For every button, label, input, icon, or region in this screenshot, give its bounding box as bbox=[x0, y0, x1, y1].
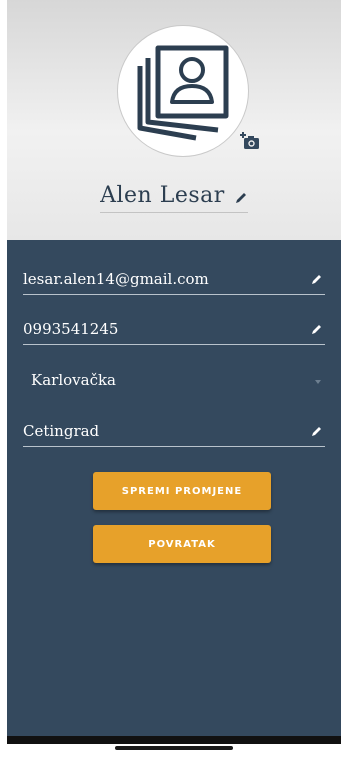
save-changes-button[interactable]: SPREMI PROMJENE bbox=[93, 472, 271, 510]
details-panel: lesar.alen14@gmail.com 0993541245 Karlov… bbox=[7, 240, 341, 744]
home-indicator[interactable] bbox=[115, 746, 233, 750]
phone-value: 0993541245 bbox=[23, 320, 119, 338]
person-photo-placeholder-icon bbox=[137, 45, 229, 141]
phone-field[interactable]: 0993541245 bbox=[23, 316, 325, 345]
avatar[interactable] bbox=[117, 25, 249, 157]
pencil-icon[interactable] bbox=[311, 323, 323, 335]
pencil-icon[interactable] bbox=[311, 273, 323, 285]
county-value: Karlovačka bbox=[31, 371, 116, 389]
name-field[interactable]: Alen Lesar bbox=[100, 183, 248, 213]
bottom-edge bbox=[7, 736, 341, 744]
county-select[interactable]: Karlovačka bbox=[23, 367, 325, 395]
add-photo-camera-icon[interactable] bbox=[239, 130, 261, 152]
email-value: lesar.alen14@gmail.com bbox=[23, 270, 209, 288]
back-button[interactable]: POVRATAK bbox=[93, 525, 271, 563]
pencil-icon[interactable] bbox=[311, 425, 323, 437]
profile-screen: Alen Lesar lesar.alen14@gmail.com 099354… bbox=[7, 0, 341, 744]
profile-header: Alen Lesar bbox=[7, 0, 341, 240]
name-row: Alen Lesar bbox=[7, 183, 341, 213]
profile-name: Alen Lesar bbox=[100, 183, 225, 208]
city-value: Cetingrad bbox=[23, 422, 100, 440]
pencil-icon[interactable] bbox=[234, 191, 248, 205]
chevron-down-icon[interactable] bbox=[315, 380, 321, 384]
city-field[interactable]: Cetingrad bbox=[23, 418, 325, 447]
email-field[interactable]: lesar.alen14@gmail.com bbox=[23, 266, 325, 295]
